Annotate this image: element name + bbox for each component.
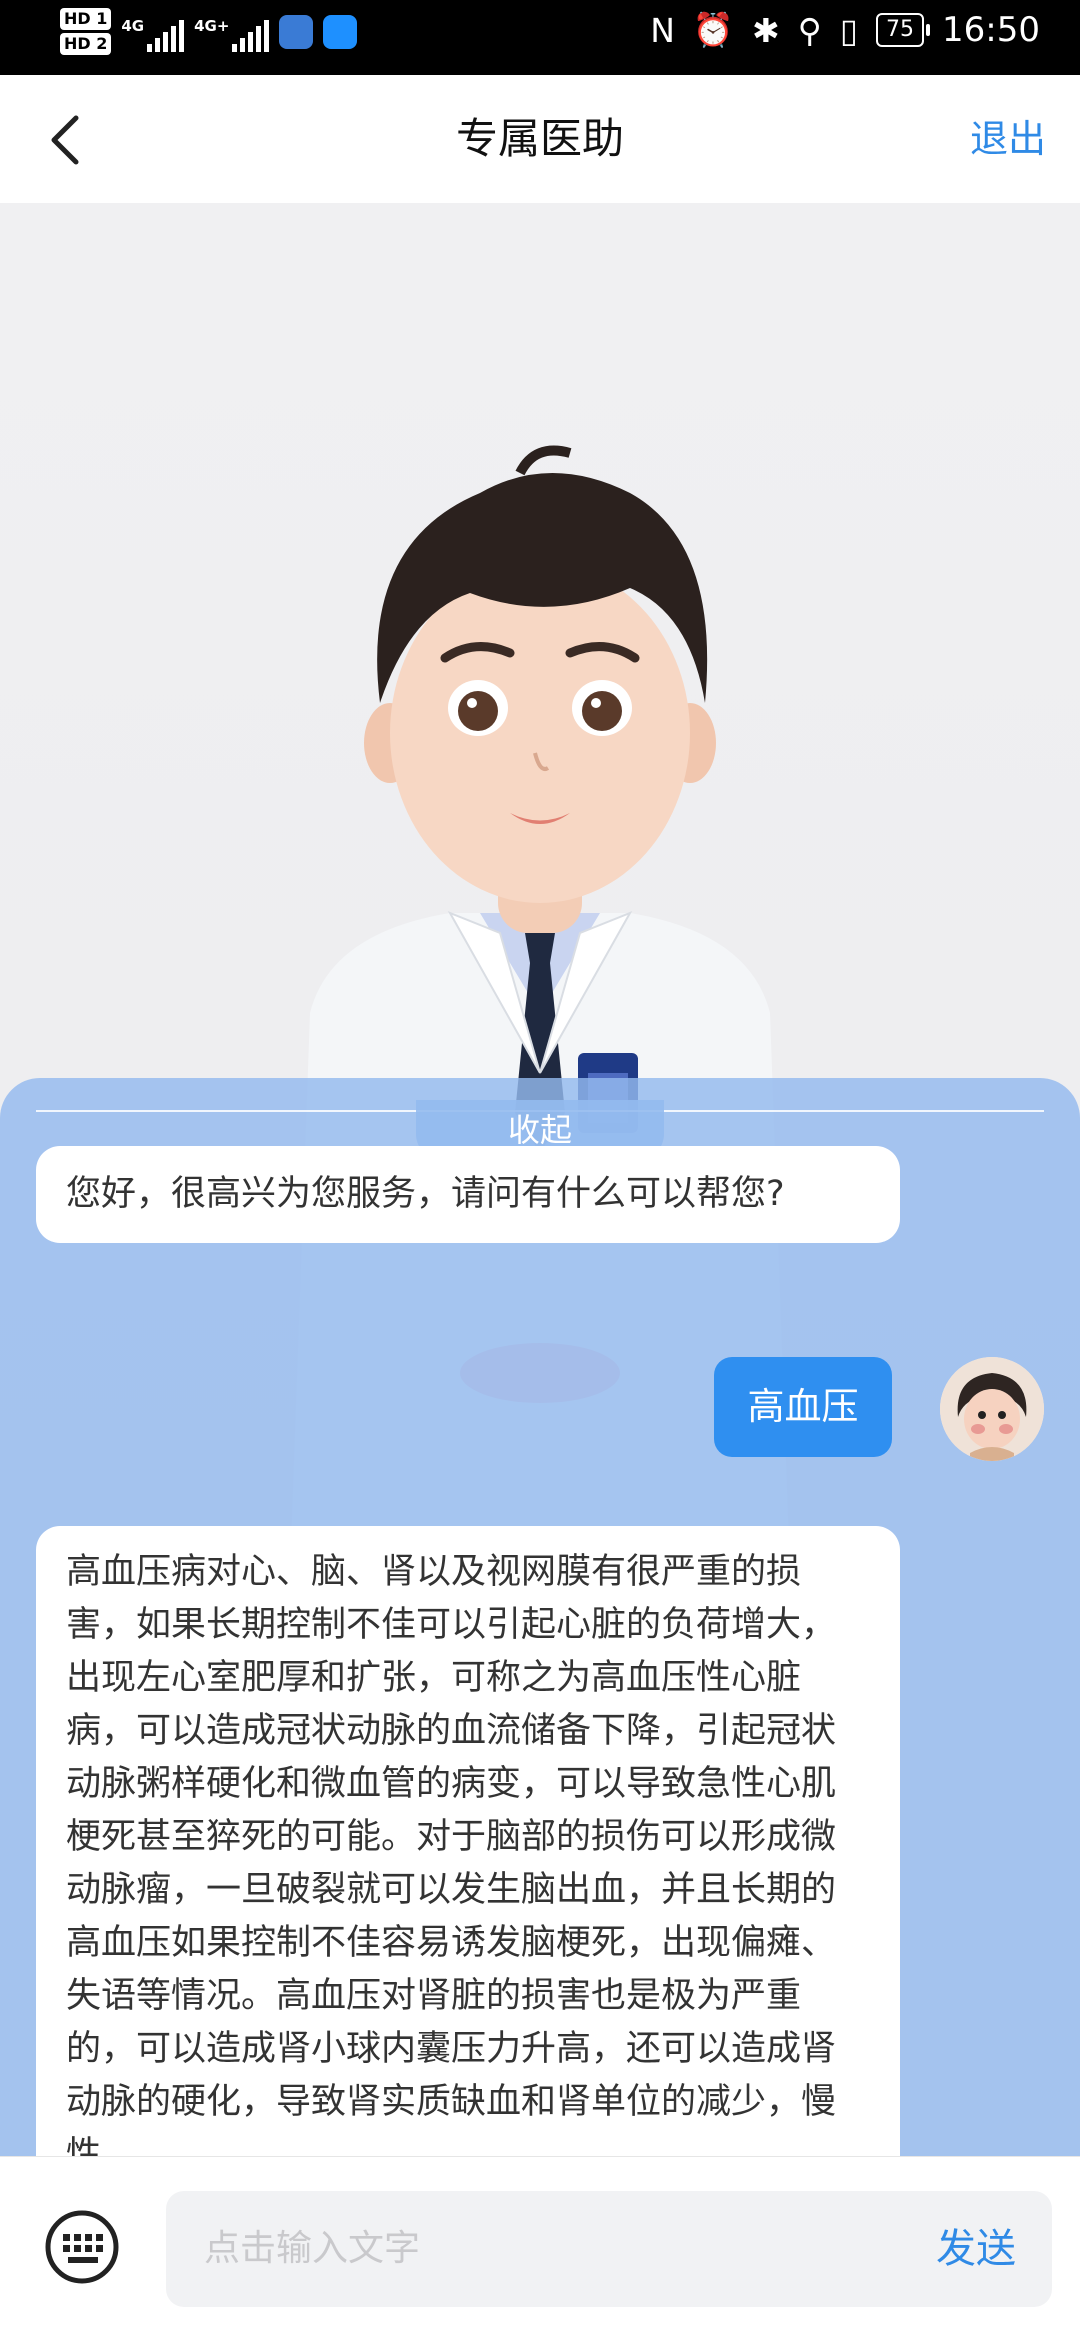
network1-label: 4G bbox=[121, 16, 145, 35]
sim2-badge: HD 2 bbox=[60, 33, 112, 55]
signal-icon bbox=[232, 19, 270, 52]
keyboard-button[interactable] bbox=[44, 2209, 120, 2285]
bluetooth-icon: ✱ bbox=[752, 10, 780, 50]
input-bar: 点击输入文字 发送 bbox=[0, 2156, 1080, 2341]
sim1-badge: HD 1 bbox=[60, 8, 112, 30]
bot-message: 您好，很高兴为您服务，请问有什么可以帮您? bbox=[36, 1146, 900, 1243]
location-icon: ⚲ bbox=[797, 10, 822, 50]
signal-icon bbox=[147, 19, 185, 52]
exit-button[interactable]: 退出 bbox=[970, 75, 1046, 203]
weather-app-icon bbox=[323, 14, 358, 49]
network2-label: 4G+ bbox=[194, 16, 230, 35]
user-avatar bbox=[940, 1357, 1044, 1461]
browser-app-icon bbox=[279, 14, 314, 49]
send-button[interactable]: 发送 bbox=[936, 2191, 1016, 2307]
keyboard-icon bbox=[45, 2210, 119, 2284]
bot-message: 高血压病对心、脑、肾以及视网膜有很严重的损害，如果长期控制不佳可以引起心脏的负荷… bbox=[36, 1526, 900, 2156]
status-time: 16:50 bbox=[942, 10, 1040, 50]
message-input[interactable]: 点击输入文字 发送 bbox=[166, 2191, 1052, 2307]
status-bar: HD 1 HD 2 4G 4G+ N ⏰ ✱ ⚲ ▯ 75 16:50 bbox=[0, 0, 1080, 75]
app-header: 专属医助 退出 bbox=[0, 75, 1080, 203]
alarm-icon: ⏰ bbox=[692, 10, 735, 49]
battery-icon: 75 bbox=[876, 13, 931, 47]
nfc-icon: N bbox=[650, 10, 675, 50]
page-title: 专属医助 bbox=[455, 114, 624, 163]
chat-panel: 收起 您好，很高兴为您服务，请问有什么可以帮您? 高血压 高血压病对心、脑、肾以… bbox=[0, 1078, 1080, 2156]
input-placeholder: 点击输入文字 bbox=[204, 2228, 421, 2269]
user-message: 高血压 bbox=[714, 1357, 892, 1457]
vibrate-icon: ▯ bbox=[839, 10, 859, 50]
